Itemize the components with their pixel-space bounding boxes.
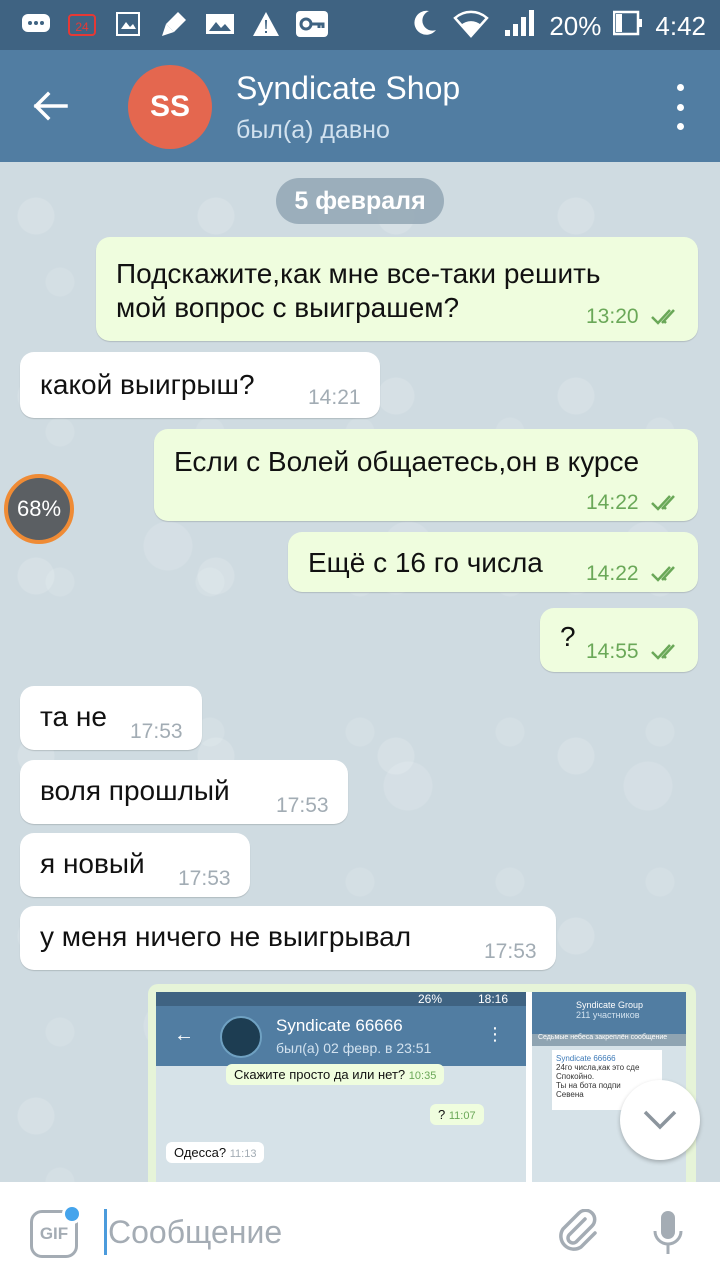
message-text: я новый xyxy=(40,848,145,879)
screenshot-left: 26% 18:16 ← Syndicate 66666 был(а) 02 фе… xyxy=(156,992,526,1182)
message-time: 14:55 xyxy=(586,640,639,663)
message-text: Подскажите,как мне все-таки решить xyxy=(116,258,601,289)
paperclip-icon xyxy=(559,1209,597,1251)
message-time: 17:53 xyxy=(178,867,231,890)
screenshot-title: Syndicate 66666 xyxy=(276,1016,403,1035)
screenshot-status-bar: 26% 18:16 xyxy=(156,992,526,1006)
message-text: мой вопрос с выиграшем? xyxy=(116,292,460,323)
message-text: та не xyxy=(40,701,107,732)
avatar[interactable]: SS xyxy=(128,65,212,149)
moon-icon xyxy=(409,8,439,45)
double-check-icon xyxy=(651,644,675,660)
message-text: ? xyxy=(560,621,576,652)
message-text: какой выигрыш? xyxy=(40,369,255,400)
battery-percent: 20% xyxy=(549,11,602,41)
outgoing-message[interactable]: Подскажите,как мне все-таки решить мой в… xyxy=(96,237,698,341)
notification-dot xyxy=(62,1204,82,1224)
dot-icon xyxy=(676,84,684,91)
double-check-icon xyxy=(651,309,675,325)
message-composer: GIF xyxy=(0,1182,720,1280)
message-time: 14:22 xyxy=(586,562,639,585)
messages-icon xyxy=(20,9,52,39)
message-text: Ещё с 16 го числа xyxy=(308,547,543,578)
dot-icon xyxy=(676,123,684,130)
message-time: 14:21 xyxy=(308,386,361,409)
incoming-message[interactable]: та не 17:53 xyxy=(20,686,202,750)
screenshot-header: ← Syndicate 66666 был(а) 02 февр. в 23:5… xyxy=(156,1006,526,1066)
notif-badge: 24 xyxy=(75,20,89,34)
screenshot-message: Одесса? 11:13 xyxy=(166,1142,265,1163)
screenshot-message: Скажите просто да или нет? 10:35 xyxy=(226,1064,445,1085)
signal-icon xyxy=(503,8,537,45)
status-bar: 24 20% 4:42 xyxy=(0,0,720,50)
microphone-button[interactable] xyxy=(644,1206,692,1262)
double-check-icon xyxy=(651,495,675,511)
incoming-message[interactable]: у меня ничего не выигрывал 17:53 xyxy=(20,906,556,970)
screenshot-avatar xyxy=(220,1016,262,1058)
message-time: 17:53 xyxy=(484,940,537,963)
back-button[interactable] xyxy=(20,76,80,136)
more-icon: ⋮ xyxy=(486,1024,504,1044)
arrow-left-icon xyxy=(33,91,68,121)
chat-title[interactable]: Syndicate Shop xyxy=(236,70,460,107)
incoming-message[interactable]: воля прошлый 17:53 xyxy=(20,760,348,824)
message-input[interactable] xyxy=(108,1210,528,1254)
chat-header: SS Syndicate Shop был(а) давно xyxy=(0,50,720,162)
dot-icon xyxy=(676,103,684,111)
message-time: 14:22 xyxy=(586,491,639,514)
clock: 4:42 xyxy=(655,11,706,41)
message-text: у меня ничего не выигрывал xyxy=(40,921,412,952)
arrow-left-icon: ← xyxy=(174,1024,194,1046)
message-time: 17:53 xyxy=(276,794,329,817)
photo-message[interactable]: 26% 18:16 ← Syndicate 66666 был(а) 02 фе… xyxy=(148,984,696,1182)
incoming-message[interactable]: я новый 17:53 xyxy=(20,833,250,897)
message-text: воля прошлый xyxy=(40,775,230,806)
scroll-down-button[interactable] xyxy=(620,1080,700,1160)
screenshot-pinned: Седьмые небеса закреплён сообщение xyxy=(532,1034,686,1046)
outgoing-message[interactable]: Если с Волей общаетесь,он в курсе 14:22 xyxy=(154,429,698,521)
screenshot-message: ? 11:07 xyxy=(430,1104,484,1125)
screenshot-subtitle: был(а) 02 февр. в 23:51 xyxy=(276,1040,432,1056)
screenshot-group-header: Syndicate Group 211 участников xyxy=(532,992,686,1034)
upload-progress[interactable]: 68% xyxy=(4,474,74,544)
chat-last-seen: был(а) давно xyxy=(236,116,390,144)
screenshot-battery: 26% xyxy=(418,992,443,1006)
message-text: Если с Волей общаетесь,он в курсе xyxy=(174,446,640,477)
message-time: 17:53 xyxy=(130,720,183,743)
vpn-key-icon xyxy=(296,9,328,39)
outgoing-message[interactable]: Ещё с 16 го числа 14:22 xyxy=(288,532,698,592)
microphone-icon xyxy=(653,1211,683,1254)
outgoing-message[interactable]: ? 14:55 xyxy=(540,608,698,672)
wifi-icon xyxy=(451,8,491,45)
double-check-icon xyxy=(651,566,675,582)
message-time: 13:20 xyxy=(586,305,639,328)
gallery-icon xyxy=(204,9,236,39)
more-options-button[interactable] xyxy=(668,84,692,130)
incoming-message[interactable]: какой выигрыш? 14:21 xyxy=(20,352,380,418)
attach-button[interactable] xyxy=(552,1206,604,1258)
screenshot-time: 18:16 xyxy=(478,992,509,1006)
warning-icon xyxy=(250,9,282,39)
message-list[interactable]: 5 февраля Подскажите,как мне все-таки ре… xyxy=(0,162,720,1182)
chevron-down-icon xyxy=(643,1110,677,1130)
calendar-icon: 24 xyxy=(66,9,98,39)
cleaner-icon xyxy=(158,9,190,39)
screenshot-image: 26% 18:16 ← Syndicate 66666 был(а) 02 фе… xyxy=(156,992,686,1182)
battery-icon xyxy=(613,10,643,43)
image-icon xyxy=(112,9,144,39)
text-cursor xyxy=(104,1209,107,1255)
date-separator: 5 февраля xyxy=(276,178,444,224)
